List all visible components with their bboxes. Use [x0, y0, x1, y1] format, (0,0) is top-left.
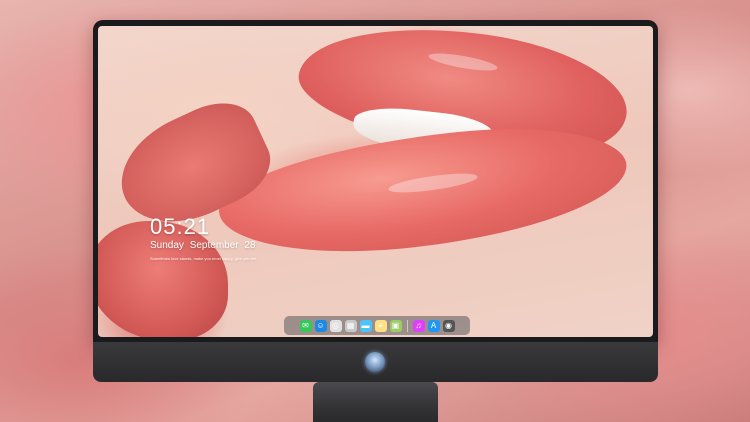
date-day: 28	[244, 240, 256, 251]
dock-separator	[406, 319, 408, 332]
lock-quote: Sometimes love stands, make you most hap…	[150, 256, 257, 261]
imac-monitor: 05:21 Sunday September 28 Sometimes love…	[93, 20, 658, 382]
monitor-chin	[93, 342, 658, 382]
photos-icon[interactable]: ▣	[389, 319, 402, 332]
preview-icon[interactable]: ▦	[344, 319, 357, 332]
desktop-scene: 05:21 Sunday September 28 Sometimes love…	[0, 0, 750, 422]
lock-screen-info: 05:21 Sunday September 28 Sometimes love…	[150, 214, 259, 262]
date-weekday: Sunday	[150, 240, 184, 251]
itunes-icon[interactable]: ♫	[412, 319, 425, 332]
monitor-stand	[313, 382, 438, 422]
camera-icon[interactable]: ◉	[442, 319, 455, 332]
app-store-icon[interactable]: A	[427, 319, 440, 332]
safari-icon[interactable]: ◎	[329, 319, 342, 332]
clock-time: 05:21	[150, 214, 211, 239]
messages-icon[interactable]: ✉	[299, 319, 312, 332]
monitor-bezel: 05:21 Sunday September 28 Sometimes love…	[93, 20, 658, 342]
clock-date: Sunday September 28	[150, 240, 259, 252]
lock-screen[interactable]: 05:21 Sunday September 28 Sometimes love…	[98, 26, 653, 337]
logo-icon	[365, 352, 385, 372]
folder-icon[interactable]: ▬	[359, 319, 372, 332]
date-month: September	[189, 240, 239, 251]
notes-icon[interactable]: ≡	[374, 319, 387, 332]
finder-icon[interactable]: ☺	[314, 319, 327, 332]
dock: ✉ ☺ ◎ ▦ ▬ ≡ ▣ ♫ A ◉	[284, 316, 470, 335]
